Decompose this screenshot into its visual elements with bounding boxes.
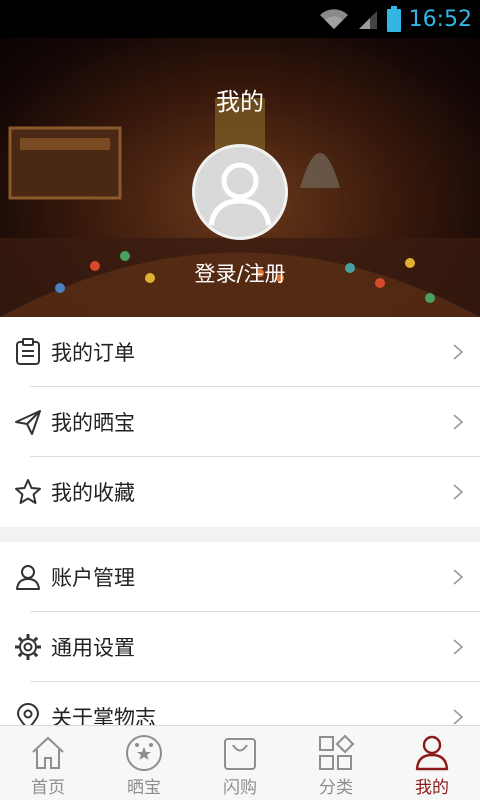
menu-group-settings: 账户管理 通用设置 关于掌物志 — [0, 542, 480, 752]
default-avatar-icon — [208, 162, 272, 226]
wifi-icon — [319, 9, 348, 29]
menu-item-label: 我的收藏 — [51, 481, 135, 505]
menu-group-orders: 我的订单 我的晒宝 我的收藏 — [0, 317, 480, 527]
tab-label: 首页 — [31, 778, 65, 798]
menu-item-settings[interactable]: 通用设置 — [0, 612, 480, 682]
user-icon — [16, 565, 40, 590]
chevron-right-icon — [453, 569, 464, 585]
chevron-right-icon — [453, 484, 464, 500]
tab-label: 我的 — [415, 778, 449, 798]
tab-category[interactable]: 分类 — [288, 726, 384, 800]
chevron-right-icon — [453, 709, 464, 725]
tab-flash-sale[interactable]: 闪购 — [192, 726, 288, 800]
tab-label: 闪购 — [223, 778, 257, 798]
tab-showcase[interactable]: 晒宝 — [96, 726, 192, 800]
category-grid-icon — [319, 734, 355, 770]
chevron-right-icon — [453, 344, 464, 360]
gear-icon — [15, 634, 41, 660]
home-icon — [32, 736, 64, 769]
menu-item-label: 我的晒宝 — [51, 411, 135, 435]
page-title: 我的 — [216, 88, 264, 116]
tab-mine[interactable]: 我的 — [384, 726, 480, 800]
chevron-right-icon — [453, 414, 464, 430]
clipboard-icon — [16, 338, 40, 365]
chevron-right-icon — [453, 639, 464, 655]
paper-plane-icon — [15, 410, 41, 435]
menu-item-my-favorites[interactable]: 我的收藏 — [0, 457, 480, 527]
status-time: 16:52 — [408, 6, 472, 32]
login-register-link[interactable]: 登录/注册 — [0, 258, 480, 288]
menu-item-label: 通用设置 — [51, 636, 135, 660]
menu-item-my-showcase[interactable]: 我的晒宝 — [0, 387, 480, 457]
star-icon — [15, 479, 41, 504]
battery-icon — [386, 6, 401, 32]
tab-home[interactable]: 首页 — [0, 726, 96, 800]
bottom-tab-bar: 首页 晒宝 闪购 分类 我的 — [0, 725, 480, 800]
profile-icon — [415, 735, 449, 771]
shopping-bag-icon — [224, 738, 256, 770]
menu-item-label: 我的订单 — [51, 341, 135, 365]
menu-item-label: 账户管理 — [51, 566, 135, 590]
profile-header: 我的 登录/注册 — [0, 38, 480, 317]
avatar[interactable] — [192, 144, 288, 240]
stars-circle-icon — [126, 735, 162, 771]
menu-item-account[interactable]: 账户管理 — [0, 542, 480, 612]
tab-label: 晒宝 — [127, 778, 161, 798]
tab-label: 分类 — [319, 778, 353, 798]
status-bar: 16:52 — [0, 0, 480, 38]
menu-item-my-orders[interactable]: 我的订单 — [0, 317, 480, 387]
signal-icon — [358, 11, 377, 29]
